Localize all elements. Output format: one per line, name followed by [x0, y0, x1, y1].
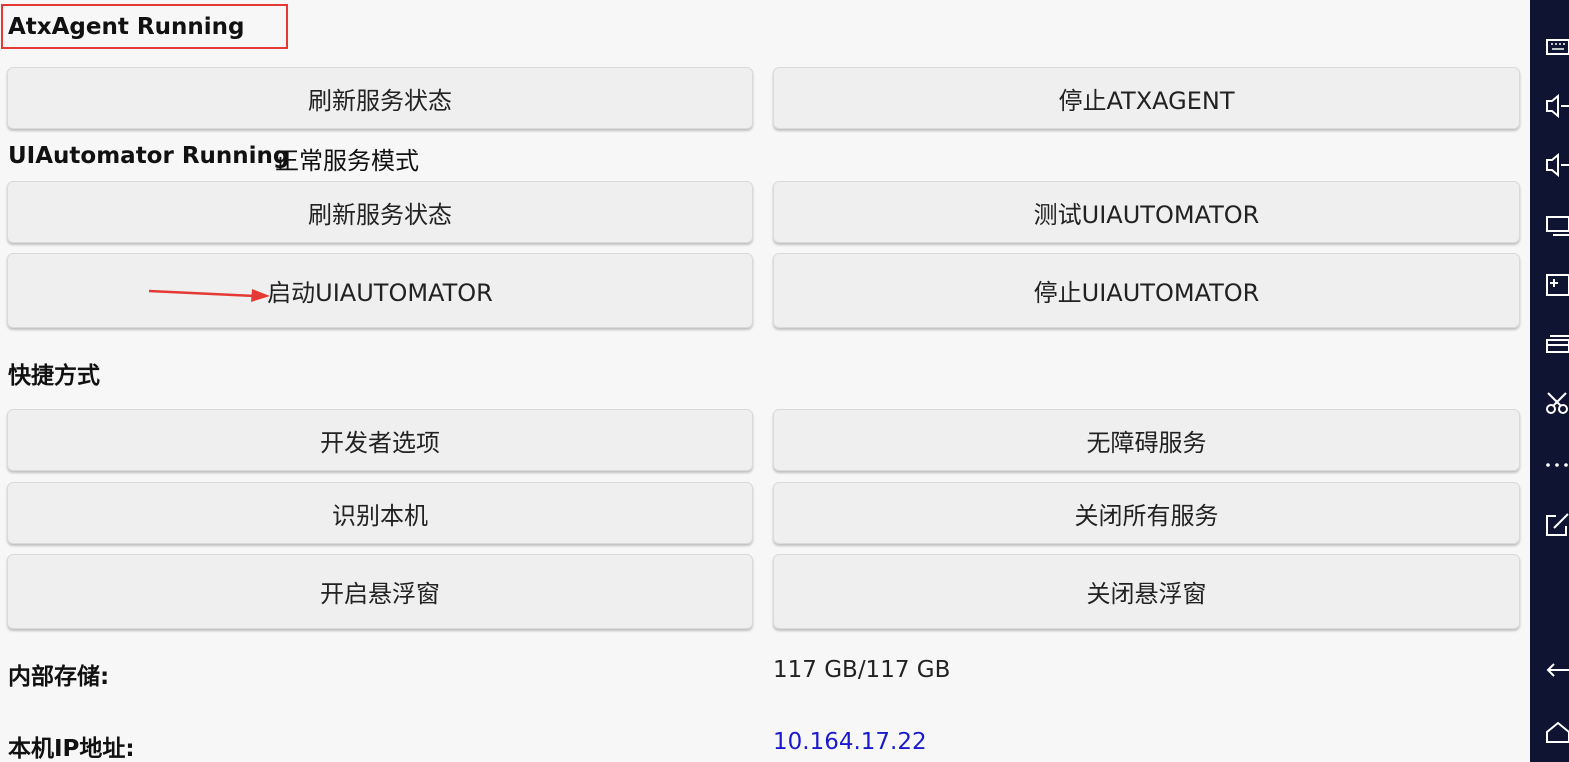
- developer-options-button[interactable]: 开发者选项: [7, 409, 753, 471]
- ip-address-link[interactable]: 10.164.17.22: [773, 729, 927, 755]
- uiautomator-status: UIAutomator Running: [8, 143, 290, 169]
- refresh-atx-status-button[interactable]: 刷新服务状态: [7, 67, 753, 129]
- close-all-services-button[interactable]: 关闭所有服务: [773, 482, 1520, 544]
- storage-value: 117 GB/117 GB: [773, 657, 951, 683]
- volume-up-icon[interactable]: [1544, 150, 1569, 180]
- layers-icon[interactable]: [1544, 328, 1569, 358]
- home-icon[interactable]: [1544, 718, 1569, 748]
- annotation-arrow: [148, 289, 270, 302]
- identify-device-button[interactable]: 识别本机: [7, 482, 753, 544]
- app-add-icon[interactable]: [1544, 270, 1569, 300]
- emulator-sidebar: [1530, 0, 1569, 762]
- app-root: AtxAgent Running 刷新服务状态 停止ATXAGENT UIAut…: [0, 0, 1569, 762]
- accessibility-service-button[interactable]: 无障碍服务: [773, 409, 1520, 471]
- stop-uiautomator-button[interactable]: 停止UIAUTOMATOR: [773, 253, 1520, 328]
- volume-down-icon[interactable]: [1544, 91, 1569, 121]
- screen-icon[interactable]: [1544, 210, 1569, 240]
- refresh-uiautomator-status-button[interactable]: 刷新服务状态: [7, 181, 753, 243]
- storage-label: 内部存储:: [8, 664, 110, 690]
- shortcuts-title: 快捷方式: [8, 363, 100, 389]
- more-icon[interactable]: [1544, 450, 1569, 480]
- start-uiautomator-button[interactable]: 启动UIAUTOMATOR: [7, 253, 753, 328]
- scissors-icon[interactable]: [1544, 388, 1569, 418]
- stop-atxagent-button[interactable]: 停止ATXAGENT: [773, 67, 1520, 129]
- close-float-window-button[interactable]: 关闭悬浮窗: [773, 554, 1520, 629]
- test-uiautomator-button[interactable]: 测试UIAUTOMATOR: [773, 181, 1520, 243]
- back-icon[interactable]: [1544, 655, 1569, 685]
- open-float-window-button[interactable]: 开启悬浮窗: [7, 554, 753, 629]
- main-content: AtxAgent Running 刷新服务状态 停止ATXAGENT UIAut…: [0, 0, 1530, 762]
- ip-label: 本机IP地址:: [8, 736, 135, 762]
- atx-agent-status: AtxAgent Running: [8, 14, 245, 40]
- keyboard-icon[interactable]: [1544, 32, 1569, 62]
- service-mode-text: 正常服务模式: [275, 147, 419, 175]
- external-link-icon[interactable]: [1544, 510, 1569, 540]
